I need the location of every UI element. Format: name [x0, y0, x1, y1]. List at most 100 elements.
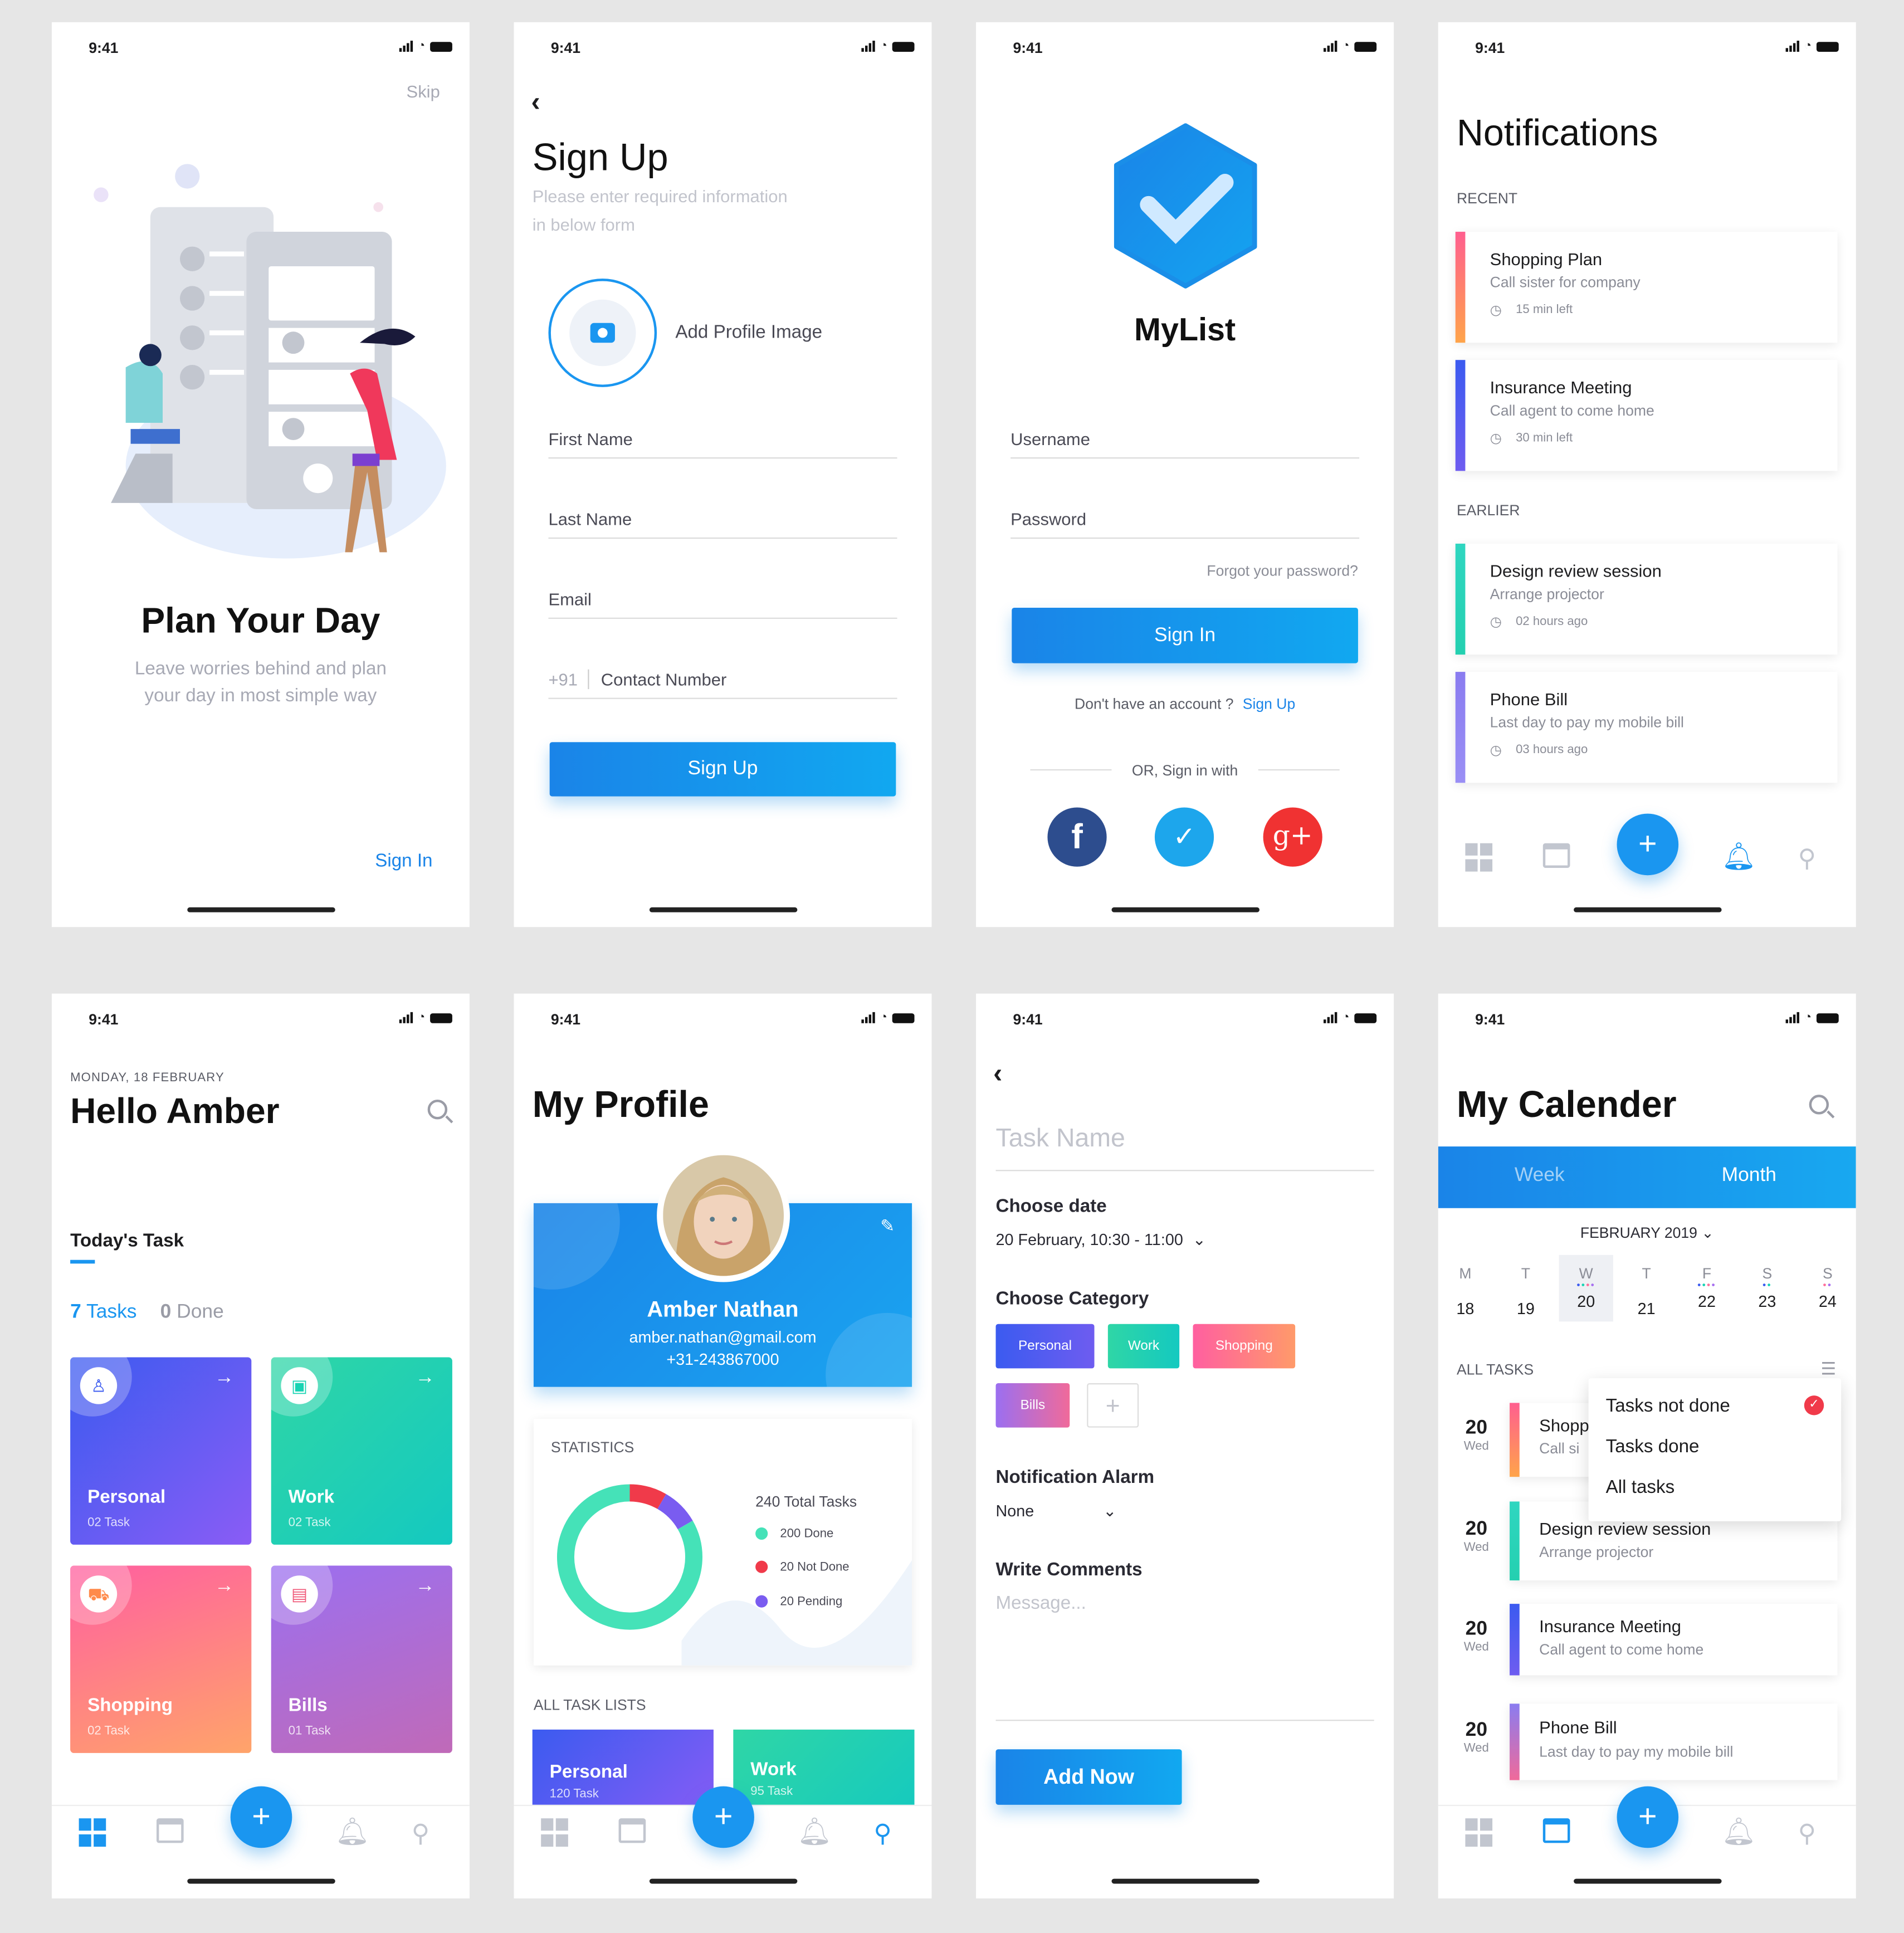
tab-week[interactable]: Week [1515, 1165, 1565, 1187]
category-card-shopping[interactable]: ⛟ → Shopping 02 Task [70, 1565, 252, 1753]
bell-icon[interactable]: 🔔︎ [335, 1818, 370, 1848]
password-field[interactable]: Password [1010, 509, 1360, 539]
login-screen: 9:41 ◔ MyList Username Password Forgot y… [976, 22, 1394, 928]
add-task-button[interactable]: + [692, 1786, 754, 1848]
notification-card[interactable]: Insurance Meeting Call agent to come hom… [1455, 360, 1838, 471]
add-now-button[interactable]: Add Now [995, 1749, 1182, 1805]
notifications-screen: 9:41 ◔ Notifications RECENT Shopping Pla… [1438, 22, 1856, 928]
calendar-task-card[interactable]: Insurance Meeting Call agent to come home [1510, 1604, 1838, 1676]
bell-icon[interactable]: 🔔︎ [797, 1818, 832, 1848]
avatar[interactable] [657, 1149, 790, 1282]
onboard-subtitle-1: Leave worries behind and plan [134, 658, 387, 680]
done-count[interactable]: 0 Done [160, 1302, 224, 1324]
add-task-button[interactable]: + [230, 1786, 292, 1848]
day-cell[interactable]: S •• 24 [1800, 1265, 1854, 1311]
task-name-input[interactable]: Task Name [995, 1124, 1374, 1171]
menu-item-done[interactable]: Tasks done [1606, 1436, 1700, 1457]
profile-icon[interactable]: ⚲ [1798, 1818, 1828, 1848]
profile-icon[interactable]: ⚲ [1798, 843, 1828, 873]
edit-icon[interactable]: ✎ [880, 1216, 895, 1237]
menu-item-all[interactable]: All tasks [1606, 1477, 1675, 1498]
last-name-field[interactable]: Last Name [548, 509, 897, 539]
or-signin-with: OR, Sign in with [1131, 762, 1238, 779]
tab-month[interactable]: Month [1722, 1165, 1776, 1187]
card-desc: Last day to pay my mobile bill [1490, 714, 1684, 731]
skip-link[interactable]: Skip [407, 81, 440, 101]
calendar-task-card[interactable]: Phone Bill Last day to pay my mobile bill [1510, 1703, 1838, 1780]
signup-button[interactable]: Sign Up [549, 742, 896, 797]
chip-personal[interactable]: Personal [995, 1324, 1095, 1369]
calendar-icon[interactable] [618, 1818, 646, 1843]
card-desc: Call agent to come home [1539, 1641, 1704, 1658]
signin-link[interactable]: Sign In [375, 851, 432, 872]
day-cell[interactable]: T 19 [1498, 1265, 1553, 1318]
chip-bills[interactable]: Bills [995, 1383, 1070, 1428]
first-name-field[interactable]: First Name [548, 429, 897, 459]
contact-number-field[interactable]: +91 Contact Number [548, 669, 897, 699]
chip-shopping[interactable]: Shopping [1193, 1324, 1296, 1369]
month-selector[interactable]: FEBRUARY 2019 ⌄ [1438, 1224, 1856, 1242]
back-icon[interactable]: ‹ [993, 1058, 1002, 1090]
home-indicator [187, 907, 335, 912]
comment-textarea[interactable]: Message... [995, 1593, 1374, 1721]
notification-card[interactable]: Shopping Plan Call sister for company ◷ … [1455, 232, 1838, 343]
card-title: Phone Bill [1539, 1717, 1617, 1737]
add-profile-image-label[interactable]: Add Profile Image [675, 322, 822, 343]
day-cell[interactable]: F •••• 22 [1680, 1265, 1734, 1311]
signin-button[interactable]: Sign In [1012, 608, 1358, 663]
notification-card[interactable]: Design review session Arrange projector … [1455, 543, 1838, 655]
twitter-icon[interactable]: ✓ [1154, 807, 1214, 867]
email-field[interactable]: Email [548, 589, 897, 619]
bell-icon[interactable]: 🔔︎ [1722, 1818, 1756, 1848]
briefcase-icon: ▣ [281, 1367, 318, 1404]
recent-label: RECENT [1456, 189, 1518, 207]
dashboard-icon[interactable] [79, 1818, 109, 1848]
menu-item-not-done[interactable]: Tasks not done [1606, 1395, 1730, 1417]
notification-card[interactable]: Phone Bill Last day to pay my mobile bil… [1455, 672, 1838, 783]
search-icon[interactable] [1809, 1095, 1835, 1119]
date-dropdown[interactable]: 20 February, 10:30 - 11:00 ⌄ [996, 1231, 1206, 1250]
signup-link[interactable]: Sign Up [1243, 695, 1295, 712]
day-cell[interactable]: S •• 23 [1740, 1265, 1794, 1311]
alarm-dropdown[interactable]: None ⌄ [996, 1501, 1117, 1520]
forgot-password-link[interactable]: Forgot your password? [1207, 562, 1358, 579]
onboard-subtitle-2: your day in most simple way [144, 685, 377, 707]
facebook-icon[interactable]: f [1047, 807, 1107, 867]
category-card-personal[interactable]: ♙ → Personal 02 Task [70, 1357, 252, 1545]
message-placeholder: Message... [995, 1593, 1086, 1614]
check-icon: ✓ [1804, 1395, 1824, 1415]
google-plus-icon[interactable]: g+ [1263, 807, 1322, 867]
chip-work[interactable]: Work [1107, 1324, 1180, 1369]
status-icons: ◔ [1785, 40, 1839, 53]
day-cell[interactable]: M 18 [1438, 1265, 1492, 1318]
filter-icon[interactable]: ☰ [1821, 1359, 1837, 1380]
bottom-nav: + 🔔︎ ⚲ [514, 1786, 932, 1899]
search-icon[interactable] [427, 1099, 453, 1124]
done-label: Done [177, 1301, 224, 1323]
category-count: 02 Task [87, 1724, 130, 1739]
day-cell[interactable]: W •••• 20 [1559, 1265, 1613, 1311]
day-cell[interactable]: T 21 [1619, 1265, 1673, 1318]
category-card-work[interactable]: ▣ → Work 02 Task [271, 1357, 452, 1545]
dashboard-icon[interactable] [541, 1818, 570, 1848]
dashboard-icon[interactable] [1465, 843, 1495, 873]
list-name: Personal [549, 1761, 628, 1783]
back-icon[interactable]: ‹ [531, 86, 540, 119]
calendar-icon[interactable] [156, 1818, 184, 1843]
category-card-bills[interactable]: ▤ → Bills 01 Task [271, 1565, 452, 1753]
add-category-button[interactable]: + [1087, 1383, 1139, 1428]
calendar-icon[interactable] [1542, 1818, 1570, 1843]
bell-icon[interactable]: 🔔︎ [1722, 843, 1756, 873]
country-code[interactable]: +91 [548, 669, 589, 690]
card-time: 15 min left [1516, 303, 1573, 317]
tasks-count[interactable]: 7 Tasks [70, 1302, 136, 1324]
profile-icon[interactable]: ⚲ [874, 1818, 904, 1848]
add-task-button[interactable]: + [1617, 1786, 1679, 1848]
dashboard-icon[interactable] [1465, 1818, 1495, 1848]
calendar-icon[interactable] [1542, 843, 1570, 868]
profile-icon[interactable]: ⚲ [412, 1818, 441, 1848]
username-field[interactable]: Username [1010, 429, 1360, 459]
status-time: 9:41 [89, 39, 119, 57]
profile-image-picker[interactable] [548, 279, 657, 387]
add-task-button[interactable]: + [1617, 813, 1679, 876]
